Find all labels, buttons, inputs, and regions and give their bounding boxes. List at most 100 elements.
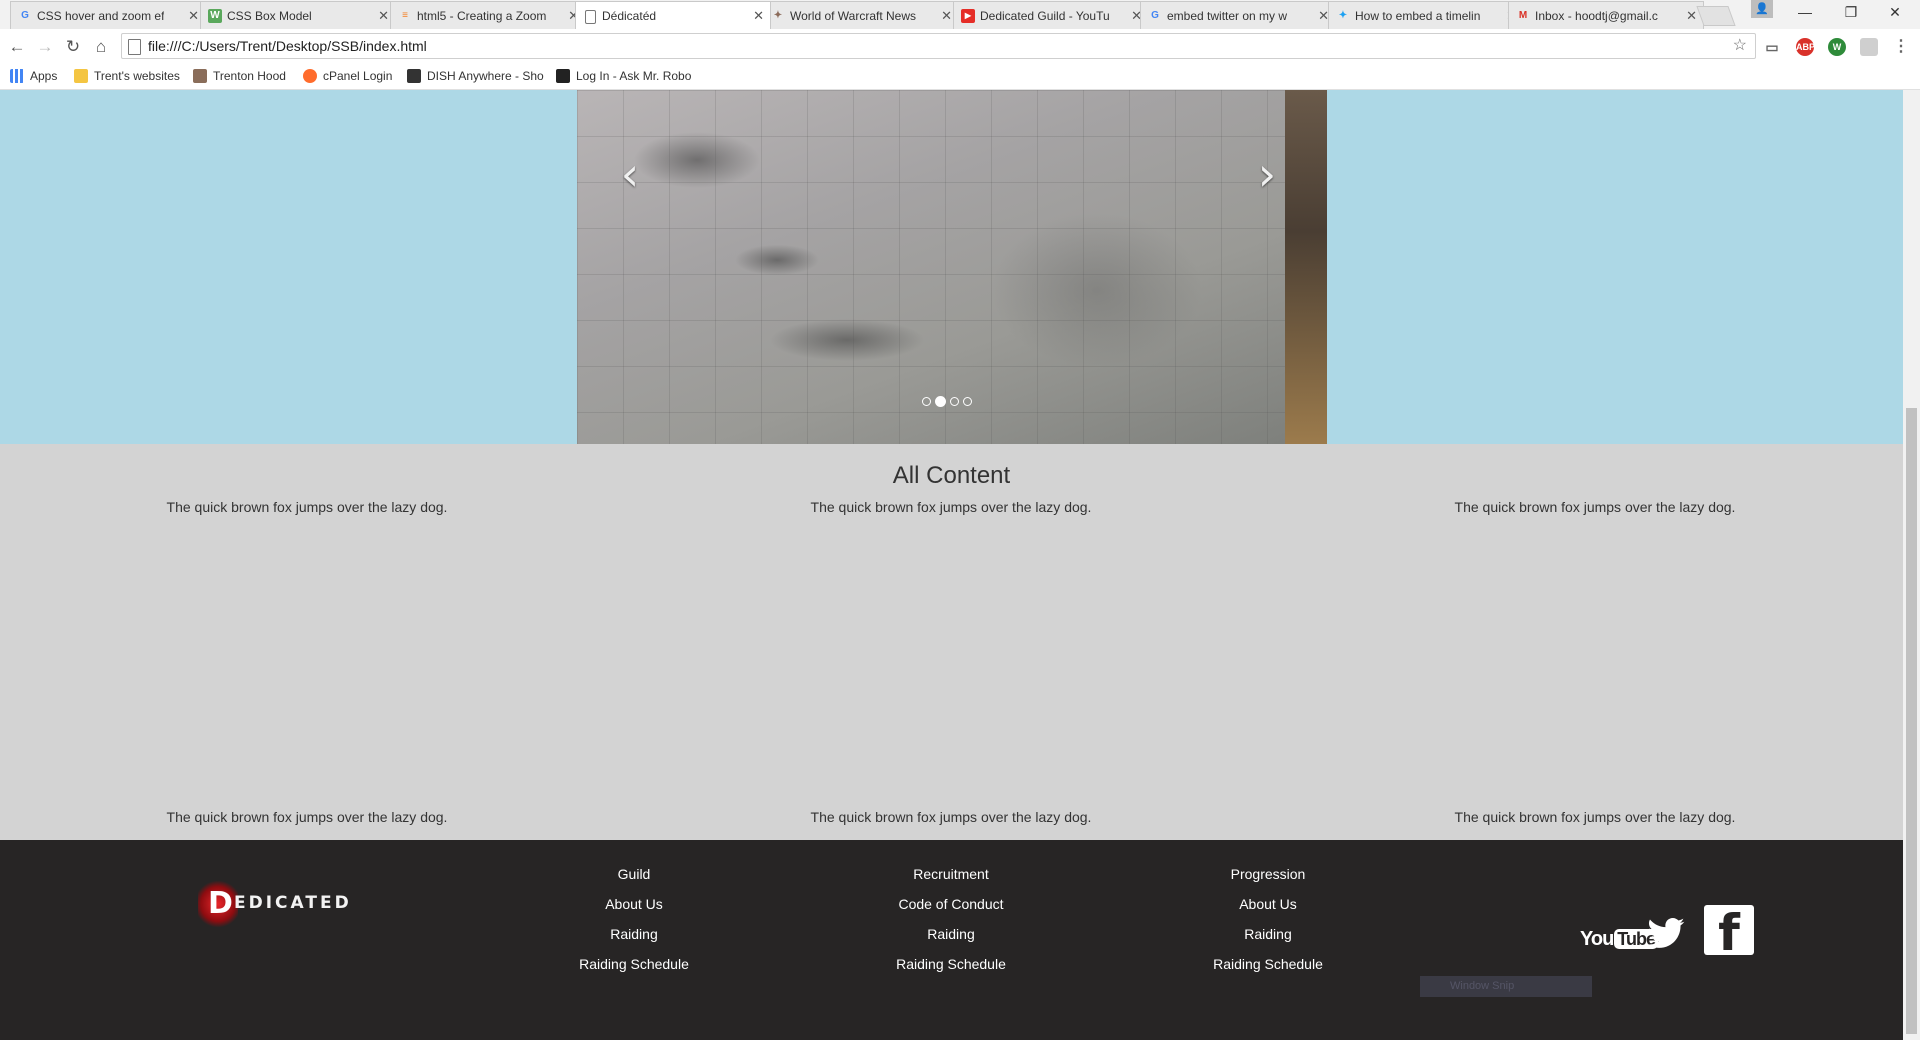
logo-mark: D xyxy=(198,880,238,928)
carousel-indicator[interactable] xyxy=(963,397,972,406)
youtube-you-text: You xyxy=(1580,928,1614,950)
address-bar[interactable]: file:///C:/Users/Trent/Desktop/SSB/index… xyxy=(121,33,1756,59)
cpanel-icon xyxy=(303,69,317,83)
footer-link-raiding[interactable]: Raiding xyxy=(1158,924,1378,954)
footer-link-progression[interactable]: Progression xyxy=(1158,864,1378,894)
tab-title: How to embed a timelin xyxy=(1355,8,1481,23)
w-extension-icon[interactable]: W xyxy=(1828,38,1846,56)
minimize-icon[interactable]: — xyxy=(1790,4,1820,20)
google-icon: G xyxy=(1151,10,1159,21)
tab-embed-timeline[interactable]: ✦ How to embed a timelin ✕ xyxy=(1328,1,1524,29)
bookmark-cpanel[interactable]: cPanel Login xyxy=(303,69,392,83)
bookmark-label: Apps xyxy=(30,69,58,83)
extension-icon[interactable] xyxy=(1860,38,1878,56)
bookmark-star-icon[interactable]: ☆ xyxy=(1733,34,1747,58)
tab-title: World of Warcraft News xyxy=(790,8,917,23)
tab-wow-news[interactable]: ✦ World of Warcraft News ✕ xyxy=(763,1,959,29)
tab-title: html5 - Creating a Zoom xyxy=(417,8,547,23)
footer-link-about-us[interactable]: About Us xyxy=(1158,894,1378,924)
profile-icon[interactable]: 👤 xyxy=(1751,0,1773,18)
apps-grid-icon xyxy=(10,69,24,83)
tab-css-box-model[interactable]: W CSS Box Model ✕ xyxy=(200,1,396,29)
carousel-next-icon[interactable]: › xyxy=(1247,144,1287,204)
new-tab-button[interactable] xyxy=(1696,6,1736,26)
tab-dedicated[interactable]: Dédicatéd ✕ xyxy=(575,1,771,29)
content-text-top-left: The quick brown fox jumps over the lazy … xyxy=(166,499,448,515)
tab-css-hover[interactable]: G CSS hover and zoom ef ✕ xyxy=(10,1,206,29)
footer-link-guild[interactable]: Guild xyxy=(524,864,744,894)
bookmark-trenton-hood[interactable]: Trenton Hood xyxy=(193,69,286,83)
facebook-glyph: f xyxy=(1718,905,1740,955)
twitter-icon: ✦ xyxy=(1338,10,1348,21)
bookmark-ask-mr-robot[interactable]: Log In - Ask Mr. Robo xyxy=(556,69,691,83)
w3schools-icon: W xyxy=(208,9,222,23)
bookmark-label: Log In - Ask Mr. Robo xyxy=(576,69,692,83)
close-icon[interactable]: ✕ xyxy=(941,8,952,24)
bookmark-apps[interactable]: Apps xyxy=(10,69,57,83)
robot-icon xyxy=(556,69,570,83)
footer-link-raiding[interactable]: Raiding xyxy=(841,924,1061,954)
scrollbar-thumb[interactable] xyxy=(1906,408,1917,1034)
page-info-icon[interactable] xyxy=(128,39,141,55)
footer-link-raiding[interactable]: Raiding xyxy=(524,924,744,954)
gmail-icon: M xyxy=(1518,10,1528,21)
reload-icon[interactable]: ↻ xyxy=(63,37,83,57)
google-icon: G xyxy=(21,10,29,21)
bookmark-dish[interactable]: DISH Anywhere - Sho xyxy=(407,69,544,83)
close-icon[interactable]: ✕ xyxy=(188,8,199,24)
carousel-indicator[interactable] xyxy=(922,397,931,406)
carousel-indicator-active[interactable] xyxy=(935,396,946,407)
content-text-top-right: The quick brown fox jumps over the lazy … xyxy=(1454,499,1736,515)
footer-link-code-of-conduct[interactable]: Code of Conduct xyxy=(841,894,1061,924)
adblock-plus-icon[interactable]: ABP xyxy=(1796,38,1815,56)
twitter-icon[interactable] xyxy=(1646,914,1686,954)
bookmark-label: DISH Anywhere - Sho xyxy=(427,69,544,83)
home-icon[interactable]: ⌂ xyxy=(91,37,111,57)
bookmarks-bar: Apps Trent's websites Trenton Hood cPane… xyxy=(0,64,1920,90)
menu-icon[interactable]: ⋮ xyxy=(1892,38,1910,56)
tab-embed-twitter[interactable]: G embed twitter on my w ✕ xyxy=(1140,1,1336,29)
footer-link-recruitment[interactable]: Recruitment xyxy=(841,864,1061,894)
tab-strip: G CSS hover and zoom ef ✕ W CSS Box Mode… xyxy=(0,0,1920,30)
cast-icon[interactable]: ▭ xyxy=(1763,38,1781,56)
footer-link-about-us[interactable]: About Us xyxy=(524,894,744,924)
content-text-bottom-left: The quick brown fox jumps over the lazy … xyxy=(166,809,448,825)
carousel-prev-icon[interactable]: ‹ xyxy=(610,144,650,204)
tab-youtube[interactable]: ▶ Dedicated Guild - YouTu ✕ xyxy=(953,1,1149,29)
tab-title: CSS hover and zoom ef xyxy=(37,8,165,23)
tab-gmail[interactable]: M Inbox - hoodtj@gmail.c ✕ xyxy=(1508,1,1704,29)
youtube-icon: ▶ xyxy=(961,9,975,23)
tab-title: CSS Box Model xyxy=(227,8,312,23)
logo-mark-letter: D xyxy=(208,886,233,921)
avatar-icon xyxy=(193,69,207,83)
window-close-icon[interactable]: ✕ xyxy=(1880,4,1910,21)
logo-wordmark: EDICATED xyxy=(234,893,352,913)
close-icon[interactable]: ✕ xyxy=(753,8,764,24)
facebook-icon[interactable]: f xyxy=(1704,905,1754,955)
page-scrollbar[interactable] xyxy=(1903,90,1920,1040)
tab-title: Dédicatéd xyxy=(602,8,657,23)
dedicated-logo[interactable]: D EDICATED xyxy=(198,870,358,930)
footer-link-raiding-schedule[interactable]: Raiding Schedule xyxy=(1158,954,1378,984)
tab-html5-zoom[interactable]: ≡ html5 - Creating a Zoom ✕ xyxy=(390,1,586,29)
all-content-section: All Content The quick brown fox jumps ov… xyxy=(0,444,1903,840)
image-carousel[interactable]: ‹ › xyxy=(577,90,1327,444)
forward-icon[interactable]: → xyxy=(35,37,55,57)
close-icon[interactable]: ✕ xyxy=(378,8,389,24)
footer-link-raiding-schedule[interactable]: Raiding Schedule xyxy=(841,954,1061,984)
close-icon[interactable]: ✕ xyxy=(1686,8,1697,24)
footer-column-guild: Guild About Us Raiding Raiding Schedule xyxy=(524,864,744,984)
footer-link-raiding-schedule[interactable]: Raiding Schedule xyxy=(524,954,744,984)
stackoverflow-icon: ≡ xyxy=(402,10,408,21)
browser-toolbar: ← → ↻ ⌂ file:///C:/Users/Trent/Desktop/S… xyxy=(0,29,1920,64)
window-snip-tooltip: Window Snip xyxy=(1420,976,1592,997)
content-text-top-center: The quick brown fox jumps over the lazy … xyxy=(810,499,1092,515)
page-icon xyxy=(585,10,596,24)
back-icon[interactable]: ← xyxy=(7,37,27,57)
page-viewport: ‹ › All Content The quick brown fox jump… xyxy=(0,90,1903,1040)
footer-column-progression: Progression About Us Raiding Raiding Sch… xyxy=(1158,864,1378,984)
carousel-next-slide-peek xyxy=(1285,90,1327,444)
bookmark-trents-websites[interactable]: Trent's websites xyxy=(74,69,180,83)
carousel-indicator[interactable] xyxy=(950,397,959,406)
restore-icon[interactable]: ❐ xyxy=(1836,4,1866,21)
